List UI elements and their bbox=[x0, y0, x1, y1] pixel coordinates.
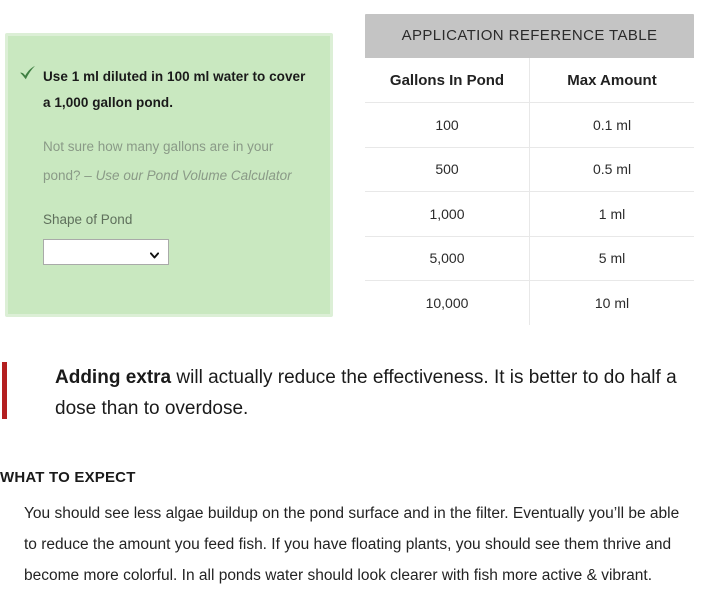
top-section: Use 1 ml diluted in 100 ml water to cove… bbox=[0, 0, 720, 340]
table-row: 5,000 5 ml bbox=[365, 236, 694, 281]
dosage-panel: Use 1 ml diluted in 100 ml water to cove… bbox=[5, 33, 333, 317]
callout-lead: Adding extra bbox=[55, 367, 172, 388]
table-row: 1,000 1 ml bbox=[365, 191, 694, 237]
column-header-gallons: Gallons In Pond bbox=[365, 58, 530, 103]
callout-accent-bar bbox=[2, 362, 7, 419]
cell-max-amount: 1 ml bbox=[529, 191, 694, 237]
table-row: 500 0.5 ml bbox=[365, 147, 694, 192]
what-to-expect-section: WHAT TO EXPECT You should see less algae… bbox=[0, 468, 720, 591]
cell-max-amount: 0.5 ml bbox=[529, 147, 694, 192]
reference-table-title: APPLICATION REFERENCE TABLE bbox=[365, 14, 694, 58]
shape-of-pond-select[interactable] bbox=[43, 239, 169, 265]
what-to-expect-heading: WHAT TO EXPECT bbox=[0, 469, 136, 486]
dosage-headline-row: Use 1 ml diluted in 100 ml water to cove… bbox=[19, 64, 308, 116]
cell-max-amount: 5 ml bbox=[529, 236, 694, 281]
cell-gallons: 10,000 bbox=[365, 280, 530, 325]
shape-of-pond-label: Shape of Pond bbox=[43, 212, 133, 227]
table-header-row: Gallons In Pond Max Amount bbox=[365, 58, 694, 103]
check-icon bbox=[19, 65, 36, 85]
cell-gallons: 1,000 bbox=[365, 191, 530, 237]
application-reference-table: APPLICATION REFERENCE TABLE Gallons In P… bbox=[365, 14, 694, 325]
overdose-callout: Adding extra will actually reduce the ef… bbox=[0, 362, 720, 422]
cell-max-amount: 0.1 ml bbox=[529, 102, 694, 148]
column-header-max-amount: Max Amount bbox=[529, 58, 694, 103]
callout-text: Adding extra will actually reduce the ef… bbox=[55, 362, 700, 424]
table-row: 10,000 10 ml bbox=[365, 280, 694, 325]
pond-volume-calculator-link[interactable]: Use our Pond Volume Calculator bbox=[96, 168, 292, 183]
dosage-headline-text: Use 1 ml diluted in 100 ml water to cove… bbox=[43, 69, 306, 110]
what-to-expect-body: You should see less algae buildup on the… bbox=[24, 505, 680, 584]
reference-table-grid: Gallons In Pond Max Amount 100 0.1 ml 50… bbox=[365, 58, 694, 325]
cell-gallons: 5,000 bbox=[365, 236, 530, 281]
cell-gallons: 500 bbox=[365, 147, 530, 192]
table-row: 100 0.1 ml bbox=[365, 102, 694, 148]
cell-max-amount: 10 ml bbox=[529, 280, 694, 325]
chevron-down-icon bbox=[149, 247, 160, 259]
cell-gallons: 100 bbox=[365, 102, 530, 148]
dosage-panel-content: Use 1 ml diluted in 100 ml water to cove… bbox=[8, 36, 330, 314]
pond-volume-note: Not sure how many gallons are in your po… bbox=[19, 132, 308, 190]
shape-of-pond-field bbox=[19, 239, 308, 265]
